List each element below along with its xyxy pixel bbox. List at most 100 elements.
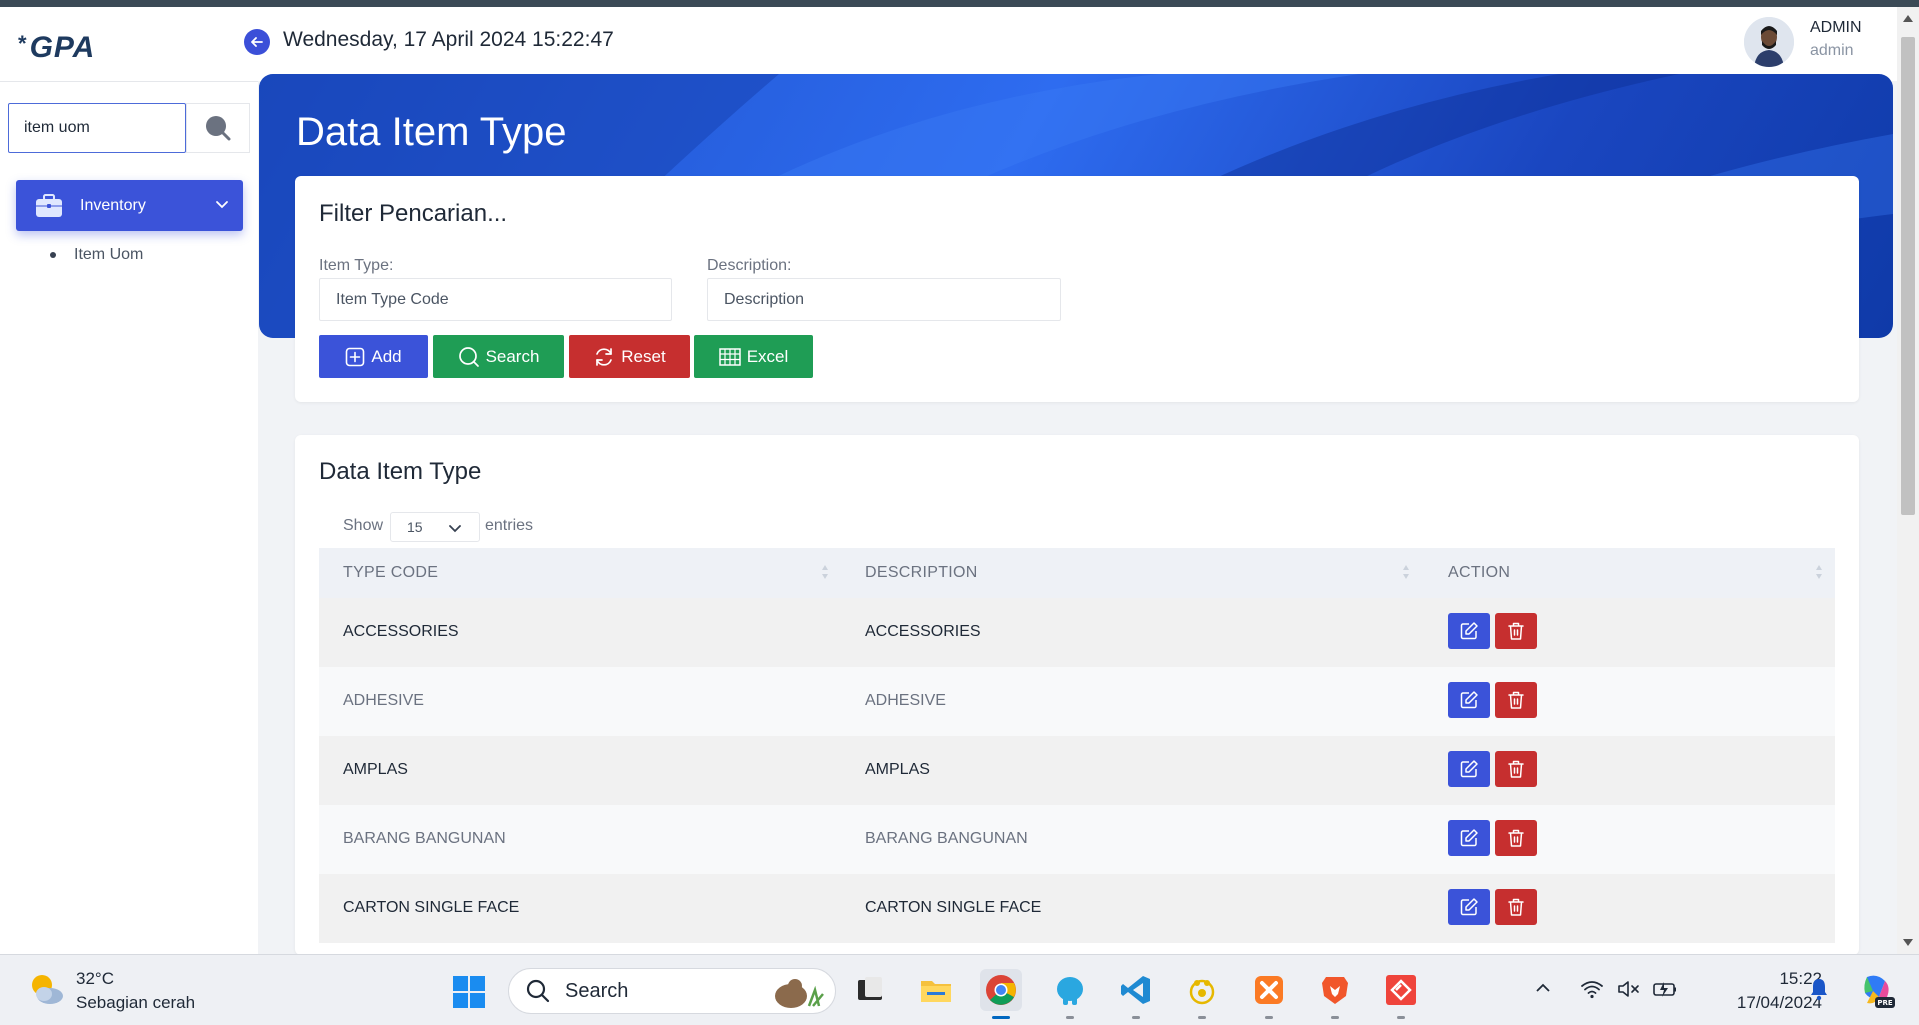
cell-type-code: ACCESSORIES <box>343 623 459 640</box>
battery-charging-icon[interactable] <box>1652 979 1678 999</box>
vscode-icon <box>1121 976 1150 1004</box>
description-label: Description: <box>707 257 792 274</box>
delete-button[interactable] <box>1495 889 1537 925</box>
cell-type-code: BARANG BANGUNAN <box>343 830 506 847</box>
sidebar-search-button[interactable] <box>186 103 250 153</box>
table-row: BARANG BANGUNAN BARANG BANGUNAN <box>319 805 1835 874</box>
table-row: ACCESSORIES ACCESSORIES <box>319 598 1835 667</box>
refresh-icon <box>596 347 613 366</box>
edit-button[interactable] <box>1448 751 1490 787</box>
bullet-icon <box>50 252 56 258</box>
running-indicator <box>1397 1016 1405 1019</box>
back-button[interactable] <box>244 29 270 55</box>
user-name: ADMIN <box>1810 19 1862 36</box>
search-button-label: Search <box>485 346 540 366</box>
plus-square-icon <box>346 347 365 366</box>
delete-button[interactable] <box>1495 613 1537 649</box>
column-header-description[interactable]: DESCRIPTION <box>865 564 978 582</box>
page-scrollbar[interactable] <box>1897 7 1919 954</box>
clock-date[interactable]: 17/04/2024 <box>1702 993 1822 1013</box>
volume-muted-icon[interactable] <box>1617 979 1641 999</box>
cell-description: BARANG BANGUNAN <box>865 830 1028 847</box>
add-button-label: Add <box>371 346 402 366</box>
delete-button[interactable] <box>1495 751 1537 787</box>
terminal-app-icon <box>858 977 882 1000</box>
reset-button[interactable]: Reset <box>569 335 690 378</box>
table-title: Data Item Type <box>319 458 482 485</box>
taskbar-search-label: Search <box>565 979 629 1002</box>
cell-description: CARTON SINGLE FACE <box>865 899 1042 916</box>
taskbar-app-vscode[interactable] <box>1115 969 1157 1019</box>
copilot-icon[interactable]: PRE <box>1857 971 1897 1011</box>
description-input[interactable] <box>707 278 1061 321</box>
delete-button[interactable] <box>1495 682 1537 718</box>
column-header-action[interactable]: ACTION <box>1448 564 1510 582</box>
cell-description: ACCESSORIES <box>865 623 981 640</box>
search-button[interactable]: Search <box>433 335 564 378</box>
add-button[interactable]: Add <box>319 335 428 378</box>
trash-icon <box>1508 829 1524 847</box>
app-logo[interactable]: *GPA <box>18 31 95 65</box>
trash-icon <box>1508 691 1524 709</box>
edit-button[interactable] <box>1448 820 1490 856</box>
sidebar-search-input[interactable] <box>8 103 186 153</box>
windows-start-icon[interactable] <box>451 974 487 1010</box>
taskbar-app-terminal[interactable] <box>849 969 891 1011</box>
trash-icon <box>1508 898 1524 916</box>
briefcase-icon <box>36 193 62 217</box>
running-indicator <box>1198 1016 1206 1019</box>
cell-description: ADHESIVE <box>865 692 946 709</box>
edit-button[interactable] <box>1448 889 1490 925</box>
user-avatar[interactable] <box>1744 17 1794 67</box>
taskbar-app-chrome[interactable] <box>980 969 1022 1019</box>
xampp-icon <box>1255 976 1283 1004</box>
svg-text:PRE: PRE <box>1877 999 1893 1007</box>
edit-icon <box>1460 622 1478 640</box>
excel-button-label: Excel <box>746 346 789 366</box>
item-type-input[interactable] <box>319 278 672 321</box>
delete-button[interactable] <box>1495 820 1537 856</box>
taskbar-app-file-explorer[interactable] <box>915 969 957 1011</box>
taskbar-app-brave[interactable] <box>1314 969 1356 1019</box>
wifi-icon[interactable] <box>1580 979 1604 999</box>
user-avatar-icon <box>1744 17 1794 67</box>
column-header-type-code[interactable]: TYPE CODE <box>343 564 438 582</box>
sort-icon <box>822 565 828 579</box>
search-icon <box>206 116 231 141</box>
excel-button[interactable]: Excel <box>694 335 813 378</box>
scrollbar-thumb[interactable] <box>1901 37 1915 515</box>
table-icon <box>718 347 741 366</box>
trash-icon <box>1508 760 1524 778</box>
trash-icon <box>1508 622 1524 640</box>
entries-select[interactable]: 15 <box>390 512 480 542</box>
taskbar-app-anydesk[interactable] <box>1380 969 1422 1019</box>
sort-icon <box>1403 565 1409 579</box>
taskbar-app-xampp[interactable] <box>1248 969 1290 1019</box>
show-label: Show <box>343 517 384 534</box>
scroll-down-icon[interactable] <box>1903 939 1913 946</box>
cell-description: AMPLAS <box>865 761 930 778</box>
page-title: Data Item Type <box>296 110 567 154</box>
sidebar-subitem-item-uom[interactable]: Item Uom <box>50 246 143 264</box>
search-icon <box>458 346 479 367</box>
item-type-label: Item Type: <box>319 257 394 274</box>
sidebar-subitem-label: Item Uom <box>74 246 144 263</box>
cell-type-code: CARTON SINGLE FACE <box>343 899 520 916</box>
taskbar-search[interactable]: Search <box>508 968 836 1014</box>
entries-select-value: 15 <box>407 519 423 535</box>
taskbar-app-ecosia[interactable] <box>1181 969 1223 1019</box>
taskbar-app-tableplus[interactable] <box>1049 969 1091 1019</box>
edit-button[interactable] <box>1448 682 1490 718</box>
notification-bell-icon[interactable] <box>1809 977 1829 1001</box>
sidebar-item-label: Inventory <box>80 196 146 214</box>
weather-partly-sunny-icon[interactable] <box>26 969 66 1009</box>
chevron-up-icon[interactable] <box>1534 979 1552 997</box>
scroll-up-icon[interactable] <box>1903 15 1913 22</box>
weather-temperature: 32°C <box>76 969 114 988</box>
reset-button-label: Reset <box>621 346 666 366</box>
weather-description: Sebagian cerah <box>76 993 196 1012</box>
sidebar-item-inventory[interactable]: Inventory <box>16 180 243 231</box>
top-header: *GPA Wednesday, 17 April 2024 15:22:47 A… <box>0 7 1897 81</box>
edit-button[interactable] <box>1448 613 1490 649</box>
table-row: AMPLAS AMPLAS <box>319 736 1835 805</box>
